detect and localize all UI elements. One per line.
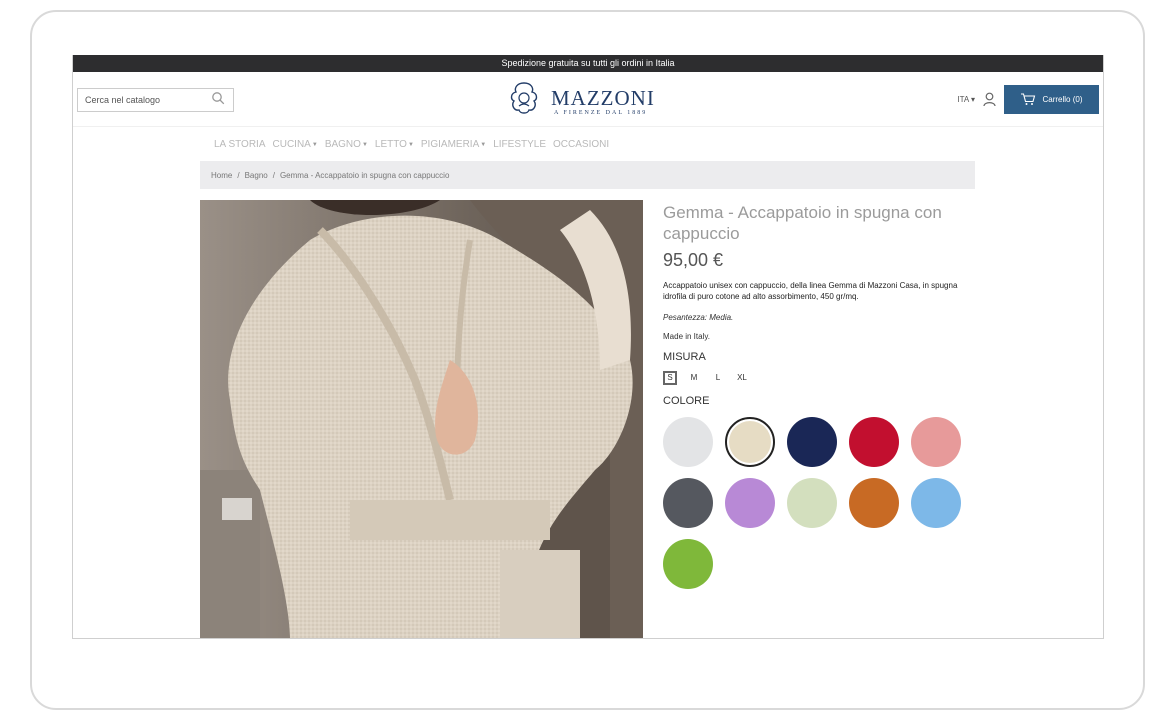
product-description: Accappatoio unisex con cappuccio, della … <box>663 281 958 301</box>
cart-icon <box>1020 92 1042 108</box>
color-swatch[interactable] <box>663 478 713 528</box>
shipping-banner: Spedizione gratuita su tutti gli ordini … <box>73 55 1103 72</box>
breadcrumb-category[interactable]: Bagno <box>245 171 268 180</box>
color-swatch[interactable] <box>849 417 899 467</box>
nav-item-pigiameria[interactable]: PIGIAMERIA ▼ <box>421 139 486 150</box>
nav-item-label: OCCASIONI <box>553 139 610 150</box>
language-selector[interactable]: ITA ▾ <box>957 95 975 104</box>
nav-item-label: CUCINA <box>272 139 311 150</box>
size-option-xl[interactable]: XL <box>735 371 749 385</box>
color-selector <box>663 412 983 595</box>
nav-item-label: BAGNO <box>324 139 361 150</box>
color-swatch[interactable] <box>787 417 837 467</box>
caret-down-icon: ▼ <box>361 141 368 148</box>
size-option-l[interactable]: L <box>711 371 725 385</box>
color-swatch[interactable] <box>911 478 961 528</box>
user-icon[interactable] <box>983 92 996 107</box>
nav-item-label: LETTO <box>374 139 407 150</box>
crest-icon <box>505 80 543 123</box>
main-nav: LA STORIA CUCINA ▼ BAGNO ▼ LETTO ▼ PIGIAMER… <box>214 139 616 150</box>
breadcrumb-separator: / <box>237 170 240 180</box>
nav-item-cucina[interactable]: CUCINA ▼ <box>273 139 318 150</box>
nav-item-occasioni[interactable]: OCCASIONI <box>553 139 609 150</box>
color-swatch[interactable] <box>663 539 713 589</box>
color-swatch[interactable] <box>725 417 775 467</box>
nav-item-label: LA STORIA <box>214 139 266 150</box>
product-title: Gemma - Accappatoio in spugna con cappuc… <box>663 203 942 243</box>
color-swatch[interactable] <box>725 478 775 528</box>
logo-tagline: A FIRENZE DAL 1889 <box>554 109 648 116</box>
color-swatch[interactable] <box>787 478 837 528</box>
color-swatch[interactable] <box>663 417 713 467</box>
product-price: 95,00 € <box>663 250 724 270</box>
header-actions: ITA ▾ Carrello (0) <box>957 85 1099 114</box>
cart-button[interactable]: Carrello (0) <box>1004 85 1099 114</box>
mazzoni-logo[interactable]: MAZZONI A FIRENZE DAL 1889 <box>505 80 655 123</box>
breadcrumb: Home / Bagno / Gemma - Accappatoio in sp… <box>200 161 975 189</box>
color-label: COLORE <box>663 395 710 407</box>
color-swatch[interactable] <box>911 417 961 467</box>
logo-wordmark: MAZZONI <box>551 85 655 110</box>
search-icon[interactable] <box>211 91 225 110</box>
caret-down-icon: ▼ <box>311 141 318 148</box>
caret-down-icon: ▼ <box>407 141 414 148</box>
nav-item-bagno[interactable]: BAGNO ▼ <box>325 139 368 150</box>
size-label: MISURA <box>663 351 706 363</box>
product-details: Gemma - Accappatoio in spugna con cappuc… <box>663 202 983 595</box>
breadcrumb-current: Gemma - Accappatoio in spugna con cappuc… <box>279 170 450 180</box>
nav-item-letto[interactable]: LETTO ▼ <box>375 139 414 150</box>
search-box <box>77 88 234 112</box>
product-origin: Made in Italy. <box>663 332 710 341</box>
product-weight: Pesantezza: Media. <box>663 313 734 322</box>
search-input[interactable] <box>85 95 195 105</box>
site-header: MAZZONI A FIRENZE DAL 1889 ITA ▾ Carrell… <box>73 72 1103 127</box>
nav-item-label: LIFESTYLE <box>493 139 547 150</box>
nav-item-lifestyle[interactable]: LIFESTYLE <box>493 139 546 150</box>
size-selector: S M L XL <box>663 371 983 385</box>
caret-down-icon: ▼ <box>480 141 487 148</box>
breadcrumb-separator: / <box>272 170 275 180</box>
browser-screen: Spedizione gratuita su tutti gli ordini … <box>72 55 1104 639</box>
size-option-s[interactable]: S <box>663 371 677 385</box>
nav-item-label: PIGIAMERIA <box>420 139 480 150</box>
size-option-m[interactable]: M <box>687 371 701 385</box>
product-image[interactable] <box>200 200 643 638</box>
breadcrumb-home[interactable]: Home <box>211 171 232 180</box>
cart-label: Carrello (0) <box>1042 95 1083 104</box>
color-swatch[interactable] <box>849 478 899 528</box>
nav-item-la-storia[interactable]: LA STORIA <box>214 139 266 150</box>
